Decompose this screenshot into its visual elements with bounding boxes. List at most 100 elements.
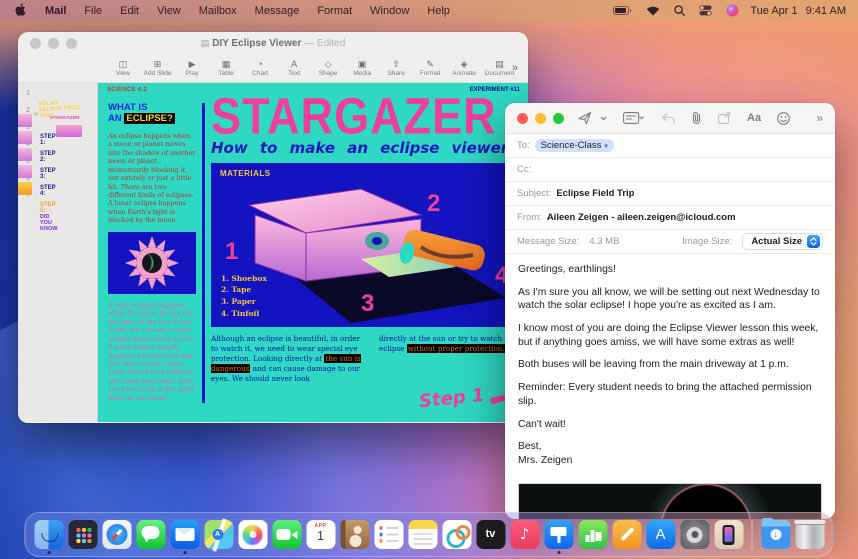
from-value: Aileen Zeigen - aileen.zeigen@icloud.com: [547, 212, 736, 223]
send-options-chevron-icon[interactable]: [600, 116, 607, 121]
dock-pages-icon[interactable]: [612, 520, 641, 549]
reply-icon[interactable]: [661, 113, 675, 124]
message-body[interactable]: Greetings, earthlings!As I'm sure you al…: [505, 254, 835, 481]
close-icon[interactable]: [517, 113, 528, 124]
emoji-icon[interactable]: [777, 112, 790, 125]
keynote-toolbar-button[interactable]: ▣ Media: [345, 59, 379, 77]
dock-facetime-icon[interactable]: [272, 520, 301, 549]
wifi-icon[interactable]: [646, 6, 660, 16]
toolbar-button-icon: ✎: [426, 59, 434, 69]
menu-item-format[interactable]: Format: [308, 5, 361, 17]
clock-time: 9:41 AM: [806, 5, 846, 17]
dock-maps-icon[interactable]: [204, 520, 233, 549]
body-paragraph: I know most of you are doing the Eclipse…: [518, 322, 822, 349]
dock-reminders-icon[interactable]: [374, 520, 403, 549]
menu-item-window[interactable]: Window: [361, 5, 418, 17]
toolbar-button-label: Share: [387, 70, 404, 77]
from-field[interactable]: From: Aileen Zeigen - aileen.zeigen@iclo…: [505, 206, 835, 230]
slide-canvas[interactable]: SCIENCE 4.2 EXPERIMENT #11 WHAT IS AN EC…: [98, 83, 528, 422]
toolbar-overflow-button[interactable]: »: [512, 62, 518, 74]
toolbar-button-label: Add Slide: [144, 70, 172, 77]
keynote-toolbar-button[interactable]: ◔ Chart: [243, 59, 277, 77]
menu-item-mailbox[interactable]: Mailbox: [190, 5, 246, 17]
dock-system-settings-icon[interactable]: [680, 520, 709, 549]
body-paragraph: Best, Mrs. Zeigen: [518, 440, 822, 467]
toolbar-button-label: Format: [420, 70, 441, 77]
body-paragraph: Can't wait!: [518, 418, 822, 432]
minimize-icon[interactable]: [535, 113, 546, 124]
dock-numbers-icon[interactable]: [578, 520, 607, 549]
slide-thumbnail-row: DID YOU KNOW: [18, 208, 97, 212]
subject-field[interactable]: Subject: Eclipse Field Trip: [505, 182, 835, 206]
toolbar-button-label: Play: [186, 70, 199, 77]
toolbar-button-icon: ▦: [222, 59, 231, 69]
apple-menu-icon[interactable]: [14, 3, 26, 19]
dock-finder-icon[interactable]: [34, 520, 63, 549]
header-fields-icon[interactable]: [623, 112, 645, 124]
what-is-heading: WHAT IS AN ECLIPSE?: [108, 103, 196, 125]
to-field[interactable]: To: Science-Class ▾: [505, 134, 835, 158]
search-icon[interactable]: [674, 5, 685, 16]
menu-item-edit[interactable]: Edit: [111, 5, 148, 17]
cc-field[interactable]: Cc:: [505, 158, 835, 182]
dock-photos-icon[interactable]: [238, 520, 267, 549]
keynote-toolbar-button[interactable]: ⊞ Add Slide: [140, 59, 175, 77]
keynote-toolbar-button[interactable]: ◫ View: [106, 59, 140, 77]
control-center-icon[interactable]: [699, 5, 712, 16]
image-size-popup[interactable]: Actual Size: [742, 233, 823, 250]
toolbar-button-label: Shape: [319, 70, 338, 77]
attachment-icon[interactable]: [691, 111, 702, 125]
siri-icon[interactable]: [726, 4, 739, 17]
toolbar-button-icon: ◈: [461, 59, 468, 69]
popup-stepper-icon: [807, 235, 820, 248]
keynote-titlebar: ▤DIY Eclipse Viewer — Edited: [18, 32, 528, 55]
menu-item-help[interactable]: Help: [418, 5, 459, 17]
keynote-toolbar-button[interactable]: ⇧ Share: [379, 59, 413, 77]
toolbar-button-label: Animate: [452, 70, 476, 77]
menu-item-file[interactable]: File: [75, 5, 111, 17]
dock-iphone-mirroring-icon[interactable]: [714, 520, 743, 549]
running-indicator: [557, 551, 560, 554]
eclipse-paragraph: An eclipse happens when a moon or planet…: [108, 132, 196, 225]
slide-thumbnail-row: 7 STEP 5:: [18, 191, 97, 201]
dock-keynote-icon[interactable]: [544, 520, 573, 549]
menu-item-app[interactable]: Mail: [36, 5, 75, 17]
toolbar-button-icon: ⊞: [154, 59, 162, 69]
keynote-toolbar-button[interactable]: ✎ Format: [413, 59, 447, 77]
dock-app-store-icon[interactable]: [646, 520, 675, 549]
menu-item-view[interactable]: View: [148, 5, 190, 17]
toolbar-button-label: Table: [218, 70, 234, 77]
dock-calendar-icon[interactable]: APR1: [306, 520, 335, 549]
battery-icon[interactable]: [613, 6, 632, 15]
keynote-window-title: ▤DIY Eclipse Viewer — Edited: [18, 38, 528, 49]
dock-downloads-icon[interactable]: [761, 520, 790, 549]
token-chevron-icon: ▾: [604, 142, 608, 150]
dock-music-icon[interactable]: [510, 520, 539, 549]
dock-launchpad-icon[interactable]: [68, 520, 97, 549]
dock-mail-icon[interactable]: [170, 520, 199, 549]
menu-bar-clock[interactable]: Tue Apr 1 9:41 AM: [750, 5, 846, 17]
format-text-button[interactable]: Aa: [747, 112, 761, 124]
slide-navigator: 1 SOLAR ECLIPSE FIELD TRIP! 2: [18, 83, 98, 422]
menu-item-message[interactable]: Message: [246, 5, 309, 17]
mail-traffic-lights[interactable]: [517, 113, 564, 124]
dock-freeform-icon[interactable]: [442, 520, 471, 549]
keynote-toolbar-button[interactable]: A Text: [277, 59, 311, 77]
slide-left-column: WHAT IS AN ECLIPSE? An eclipse happens w…: [108, 103, 196, 402]
keynote-toolbar-button[interactable]: ◇ Shape: [311, 59, 345, 77]
dock-messages-icon[interactable]: [136, 520, 165, 549]
toolbar-button-label: Document: [485, 70, 515, 77]
keynote-toolbar-button[interactable]: ▦ Table: [209, 59, 243, 77]
zoom-icon[interactable]: [553, 113, 564, 124]
dock-contacts-icon[interactable]: [340, 520, 369, 549]
dock-notes-icon[interactable]: [408, 520, 437, 549]
recipient-token[interactable]: Science-Class ▾: [535, 139, 614, 152]
dock-trash-icon[interactable]: [795, 520, 824, 549]
send-icon[interactable]: [578, 111, 592, 125]
dock-tv-icon[interactable]: [476, 520, 505, 549]
toolbar-more-button[interactable]: »: [816, 111, 823, 125]
keynote-toolbar-button[interactable]: ▶ Play: [175, 59, 209, 77]
insert-link-icon[interactable]: [718, 112, 731, 124]
dock-safari-icon[interactable]: [102, 520, 131, 549]
keynote-toolbar-button[interactable]: ◈ Animate: [447, 59, 481, 77]
